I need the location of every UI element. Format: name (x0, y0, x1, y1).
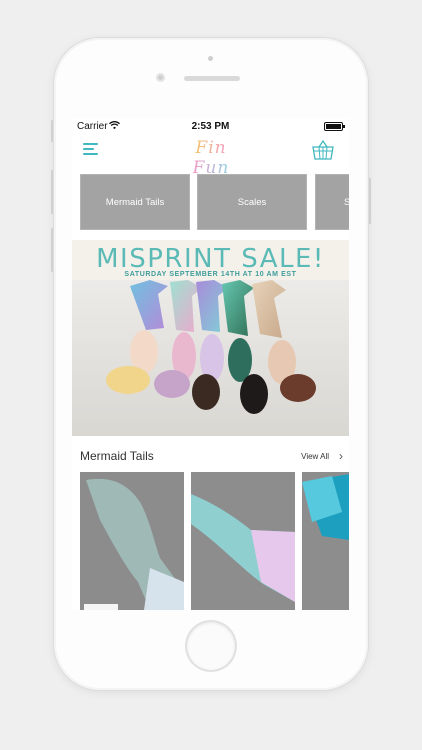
promo-banner[interactable]: MISPRINT SALE! SATURDAY SEPTEMBER 14TH A… (72, 240, 349, 436)
chevron-right-icon[interactable]: › (339, 449, 343, 463)
product-carousel (80, 472, 349, 610)
earpiece-speaker (184, 76, 240, 81)
nav-bar: Fin Fun (72, 134, 349, 178)
banner-photo (72, 280, 349, 436)
product-image (191, 472, 295, 610)
product-image (80, 472, 184, 610)
category-scales[interactable]: Scales (197, 174, 307, 230)
status-bar: Carrier 2:53 PM (72, 118, 349, 134)
category-mermaid-tails[interactable]: Mermaid Tails (80, 174, 190, 230)
front-camera (156, 73, 165, 82)
category-row: Mermaid Tails Scales S (80, 174, 349, 230)
hamburger-icon[interactable] (83, 142, 99, 156)
banner-subtitle: SATURDAY SEPTEMBER 14TH AT 10 AM EST (124, 271, 297, 278)
power-button (368, 178, 371, 224)
product-card[interactable] (302, 472, 349, 610)
battery-icon (324, 122, 345, 131)
app-screen: Carrier 2:53 PM Fin Fun Mermaid Tails Sc… (72, 118, 349, 610)
view-all-link[interactable]: View All (301, 452, 329, 461)
basket-icon[interactable] (311, 138, 335, 162)
logo-text: Fin Fun (192, 138, 230, 178)
section-title: Mermaid Tails (80, 449, 154, 463)
product-card[interactable] (80, 472, 184, 610)
product-image (302, 472, 349, 610)
status-time: 2:53 PM (191, 121, 230, 132)
brand-logo[interactable]: Fin Fun (177, 138, 245, 178)
category-partial[interactable]: S (315, 174, 349, 230)
sensor-dot (208, 56, 213, 61)
product-card[interactable] (191, 472, 295, 610)
banner-title: MISPRINT SALE! (96, 244, 325, 274)
home-button[interactable] (187, 622, 235, 670)
